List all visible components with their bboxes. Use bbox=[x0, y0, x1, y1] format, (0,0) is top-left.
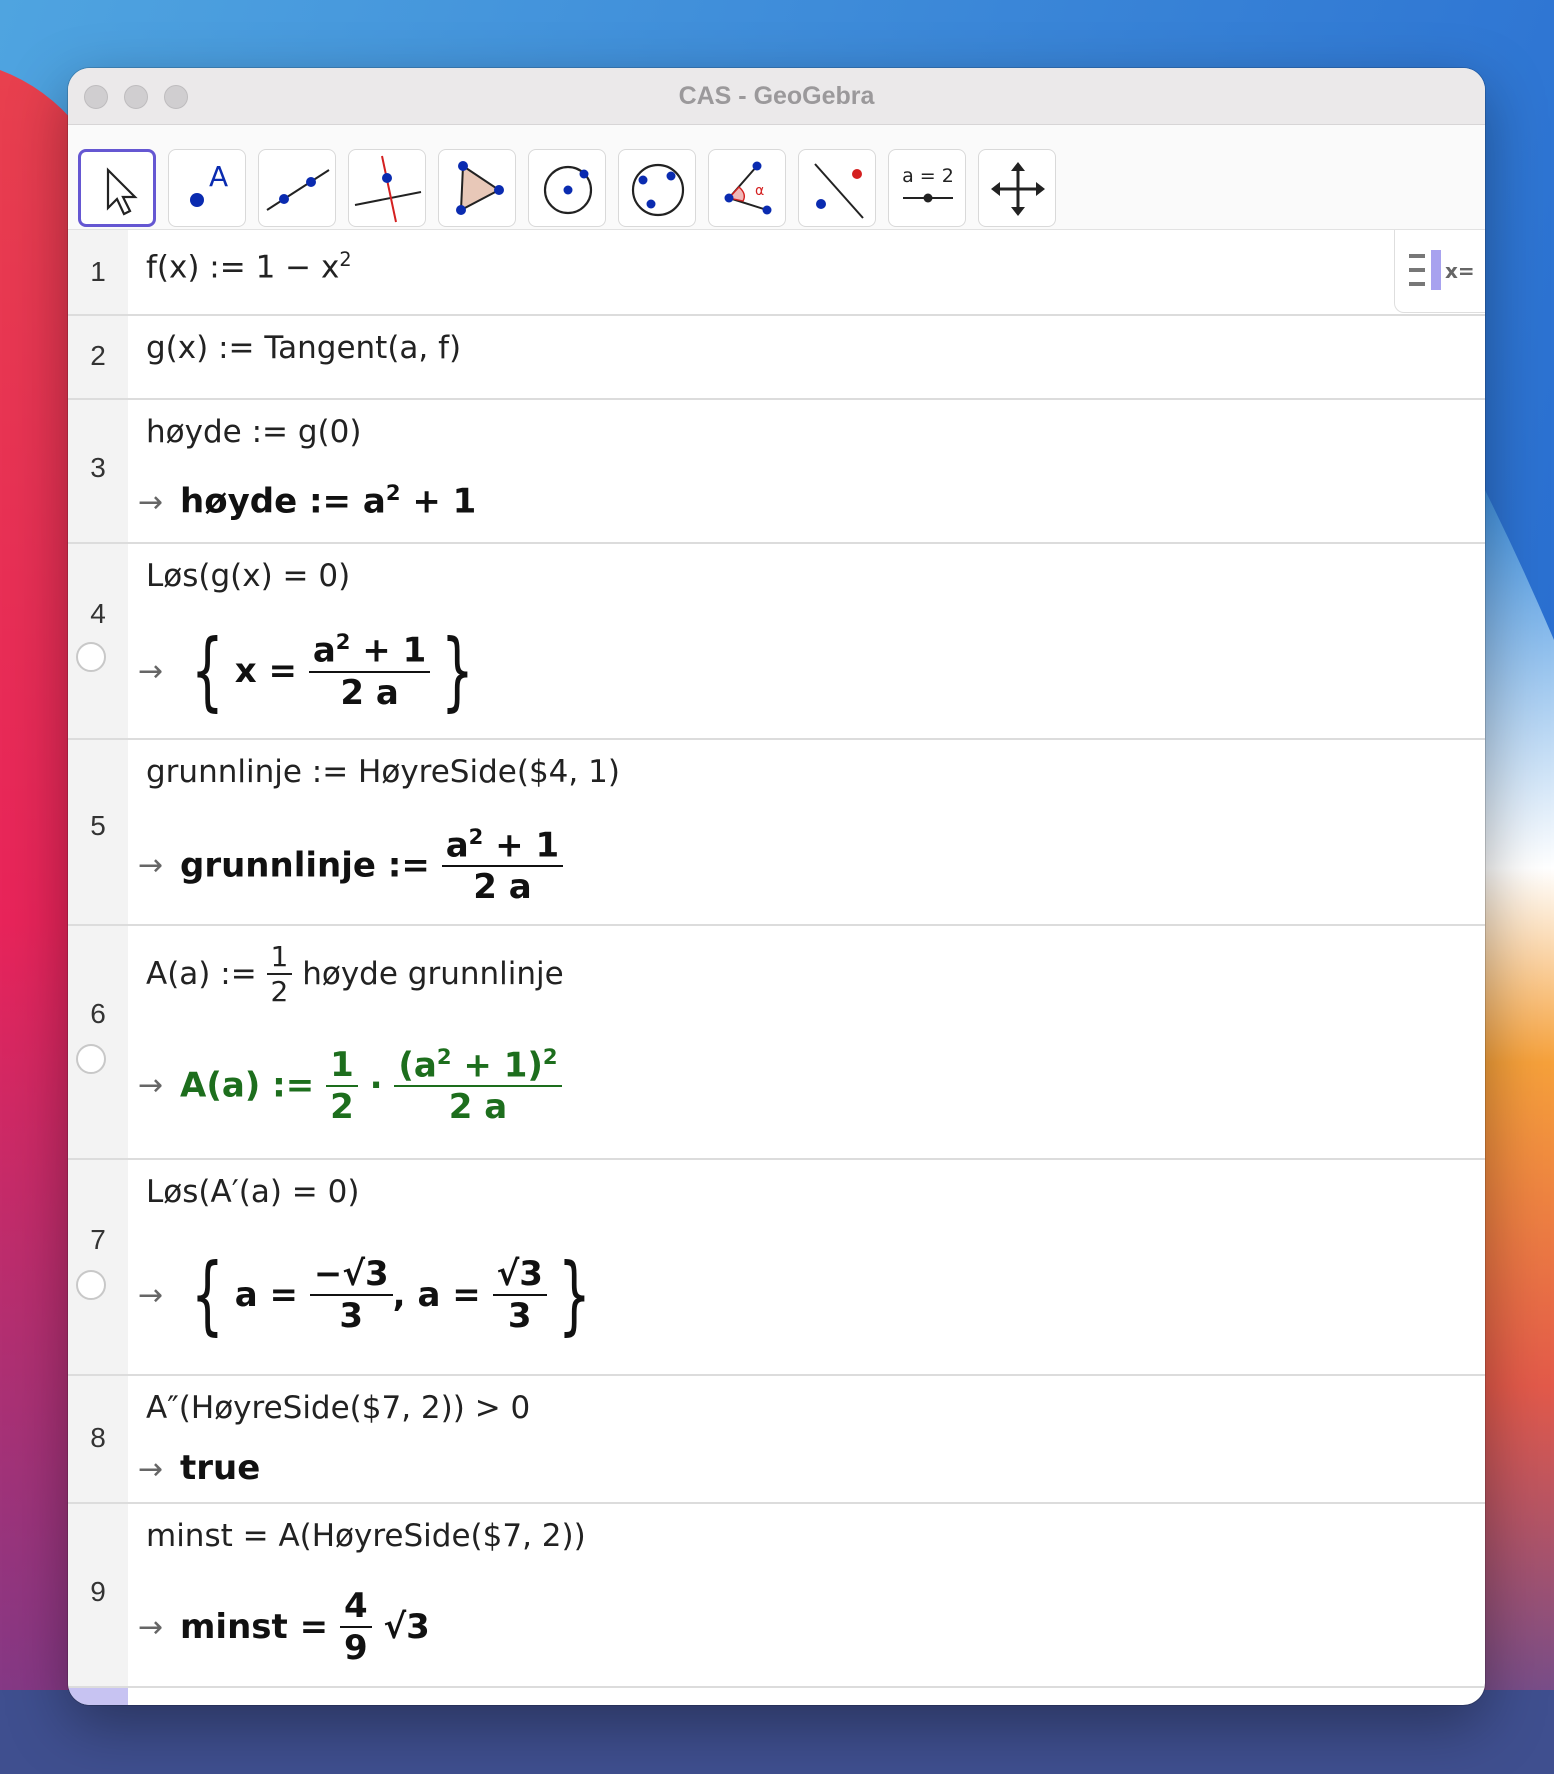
cas-input[interactable]: minst = A(HøyreSide($7, 2)) bbox=[146, 1518, 586, 1554]
cas-output: → true bbox=[138, 1448, 261, 1488]
circle-three-points-tool-icon bbox=[631, 163, 685, 217]
angle-tool-icon: α bbox=[724, 161, 772, 215]
output-arrow-icon: → bbox=[138, 485, 164, 521]
circle-three-points-tool-button[interactable] bbox=[618, 149, 696, 227]
output-arrow-icon: → bbox=[138, 1609, 164, 1645]
svg-text:x=: x= bbox=[1445, 259, 1475, 283]
row-number: 8 bbox=[90, 1422, 106, 1453]
move-graphics-view-tool-icon bbox=[991, 162, 1045, 216]
output-arrow-icon: → bbox=[138, 848, 164, 884]
plot-toggle-radio[interactable] bbox=[76, 1044, 106, 1074]
plot-toggle-radio[interactable] bbox=[76, 1270, 106, 1300]
circle-center-tool-button[interactable] bbox=[528, 149, 606, 227]
output-arrow-icon: → bbox=[138, 653, 164, 689]
move-tool-button[interactable] bbox=[78, 149, 156, 227]
output-arrow-icon: → bbox=[138, 1452, 164, 1487]
row-header bbox=[68, 926, 128, 1158]
line-tool-button[interactable] bbox=[258, 149, 336, 227]
row-number: 1 bbox=[90, 256, 106, 287]
cas-input[interactable]: A(a) := 12 høyde grunnlinje bbox=[146, 940, 564, 1008]
point-tool-button[interactable]: A bbox=[168, 149, 246, 227]
row-header bbox=[68, 1688, 128, 1705]
cas-row-6[interactable]: 6 A(a) := 12 høyde grunnlinje → A(a) := 1… bbox=[68, 926, 1485, 1160]
cas-row-2[interactable]: 2 g(x) := Tangent(a, f) bbox=[68, 316, 1485, 400]
cas-input[interactable]: g(x) := Tangent(a, f) bbox=[146, 330, 461, 366]
cas-row-4[interactable]: 4 Løs(g(x) = 0) →{x = a2 + 12 a} bbox=[68, 544, 1485, 740]
output-arrow-icon: → bbox=[138, 1068, 164, 1104]
line-tool-icon bbox=[266, 169, 330, 211]
polygon-tool-button[interactable] bbox=[438, 149, 516, 227]
cas-output: → A(a) := 12 · (a2 + 1)2 2 a bbox=[138, 1044, 562, 1127]
svg-text:α: α bbox=[755, 183, 764, 199]
cas-row-8[interactable]: 8 A″(HøyreSide($7, 2)) > 0 → true bbox=[68, 1376, 1485, 1504]
row-number: 9 bbox=[90, 1576, 106, 1607]
cas-input[interactable]: f(x) := 1 − x2 bbox=[146, 248, 352, 285]
move-tool-icon bbox=[106, 167, 138, 216]
slider-tool-button[interactable]: a = 2 bbox=[888, 149, 966, 227]
row-number: 3 bbox=[90, 452, 106, 483]
perpendicular-line-tool-icon bbox=[354, 155, 422, 223]
move-graphics-view-tool-button[interactable] bbox=[978, 149, 1056, 227]
window-title: CAS - GeoGebra bbox=[678, 82, 875, 110]
plot-toggle-radio[interactable] bbox=[76, 642, 106, 672]
perpendicular-line-tool-button[interactable] bbox=[348, 149, 426, 227]
cas-output: → grunnlinje := a2 + 12 a bbox=[138, 824, 564, 907]
polygon-tool-icon bbox=[456, 161, 504, 215]
geogebra-cas-window: CAS - GeoGebra A α a = 2 1 f(x):= 1 − x… bbox=[68, 68, 1485, 1705]
toggle-algebra-input-button[interactable]: x= bbox=[1394, 230, 1485, 313]
row-number: 4 bbox=[90, 598, 106, 629]
svg-text:A: A bbox=[209, 160, 228, 193]
algebra-toggle-icon: x= bbox=[1409, 250, 1475, 290]
cas-row-7[interactable]: 7 Løs(A′(a) = 0) →{a = −√3 3, a = √3 3} bbox=[68, 1160, 1485, 1376]
svg-text:a = 2: a = 2 bbox=[902, 165, 954, 187]
cas-input[interactable]: høyde := g(0) bbox=[146, 414, 361, 450]
slider-tool-icon: a = 2 bbox=[902, 165, 954, 203]
angle-tool-button[interactable]: α bbox=[708, 149, 786, 227]
cas-output: → minst = 49 √3 bbox=[138, 1586, 430, 1668]
output-arrow-icon: → bbox=[138, 1277, 164, 1313]
cas-row-3[interactable]: 3 høyde := g(0) → høyde := a2 + 1 bbox=[68, 400, 1485, 544]
row-header bbox=[68, 1160, 128, 1374]
reflect-tool-button[interactable] bbox=[798, 149, 876, 227]
cas-row-5[interactable]: 5 grunnlinje := HøyreSide($4, 1) → grunnl… bbox=[68, 740, 1485, 926]
row-header bbox=[68, 544, 128, 738]
cas-row-empty[interactable] bbox=[68, 1688, 1485, 1705]
circle-center-point-tool-icon bbox=[543, 165, 593, 215]
cas-input[interactable]: Løs(A′(a) = 0) bbox=[146, 1174, 359, 1210]
cas-input[interactable]: A″(HøyreSide($7, 2)) > 0 bbox=[146, 1390, 530, 1426]
row-number: 6 bbox=[90, 998, 106, 1029]
cas-output: → høyde := a2 + 1 bbox=[138, 480, 477, 522]
cas-output: →{a = −√3 3, a = √3 3} bbox=[138, 1245, 591, 1345]
reflect-tool-icon bbox=[814, 163, 864, 219]
cas-row-9[interactable]: 9 minst = A(HøyreSide($7, 2)) → minst = 4… bbox=[68, 1504, 1485, 1688]
cas-row-1[interactable]: 1 f(x) := 1 − x2 bbox=[68, 230, 1485, 316]
cas-output: →{x = a2 + 12 a} bbox=[138, 621, 475, 721]
cas-input[interactable]: Løs(g(x) = 0) bbox=[146, 558, 350, 594]
row-number: 2 bbox=[90, 340, 106, 371]
title-bar: CAS - GeoGebra bbox=[68, 68, 1485, 125]
point-tool-icon: A bbox=[190, 160, 228, 207]
cas-input[interactable]: grunnlinje := HøyreSide($4, 1) bbox=[146, 754, 620, 790]
row-number: 7 bbox=[90, 1224, 106, 1255]
row-number: 5 bbox=[90, 810, 106, 841]
